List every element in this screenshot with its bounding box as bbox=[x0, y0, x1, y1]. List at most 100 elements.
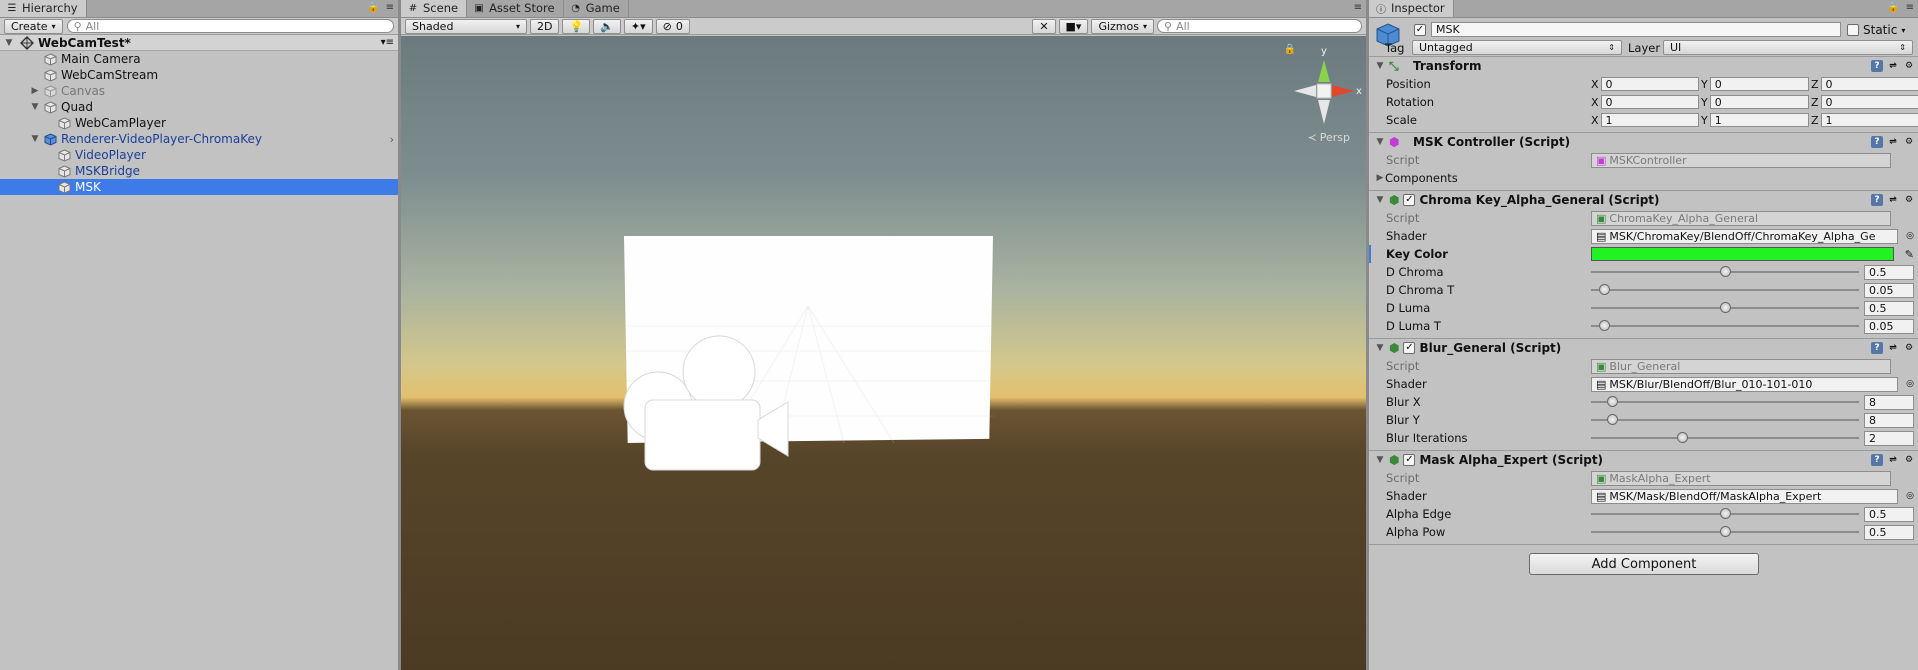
object-picker-icon[interactable]: ◎ bbox=[1906, 231, 1914, 241]
foldout-arrow-icon[interactable]: ▼ bbox=[1375, 455, 1385, 465]
slider-thumb[interactable] bbox=[1607, 396, 1619, 407]
preset-icon[interactable]: ⇌ bbox=[1887, 60, 1899, 72]
shader-field[interactable]: ▤ MSK/Mask/BlendOff/MaskAlpha_Expert bbox=[1591, 488, 1898, 504]
slider-thumb[interactable] bbox=[1607, 414, 1619, 425]
slider-thumb[interactable] bbox=[1720, 266, 1731, 277]
hierarchy-item[interactable]: WebCamStream bbox=[0, 67, 398, 83]
scene-viewport[interactable]: y x 🔒 ≺ Persp bbox=[401, 36, 1366, 670]
preset-icon[interactable]: ⇌ bbox=[1887, 194, 1899, 206]
gear-icon[interactable]: ⚙ bbox=[1903, 194, 1915, 206]
slider-value-field[interactable]: 0.5 bbox=[1864, 300, 1914, 316]
gear-icon[interactable]: ⚙ bbox=[1903, 342, 1915, 354]
script-field[interactable]: ▣ MSKController bbox=[1591, 152, 1891, 168]
help-book-icon[interactable]: ? bbox=[1871, 454, 1883, 466]
eyedropper-icon[interactable]: ✎ bbox=[1905, 248, 1914, 261]
slider-track[interactable] bbox=[1591, 320, 1859, 331]
enabled-checkbox[interactable]: ✓ bbox=[1403, 342, 1416, 354]
slider-track[interactable] bbox=[1591, 266, 1859, 277]
y-field[interactable]: 0 bbox=[1709, 77, 1809, 91]
object-name-field[interactable]: MSK bbox=[1431, 22, 1841, 37]
slider-thumb[interactable] bbox=[1677, 432, 1689, 443]
lock-icon[interactable]: 🔒 bbox=[1887, 2, 1899, 13]
z-field[interactable]: 0 bbox=[1820, 77, 1918, 91]
component-header[interactable]: ▼ ⬢ ✓ Chroma Key_Alpha_General (Script) … bbox=[1369, 191, 1918, 209]
foldout-arrow-icon[interactable]: ▼ bbox=[1375, 343, 1385, 353]
object-picker-icon[interactable]: ◎ bbox=[1906, 491, 1914, 501]
hierarchy-item-prefab[interactable]: VideoPlayer bbox=[0, 147, 398, 163]
enabled-checkbox[interactable]: ✓ bbox=[1403, 454, 1416, 466]
tab-hierarchy[interactable]: ☰ Hierarchy bbox=[0, 0, 87, 17]
gear-icon[interactable]: ⚙ bbox=[1903, 136, 1915, 148]
z-field[interactable]: 1 bbox=[1820, 113, 1918, 127]
slider-thumb[interactable] bbox=[1720, 508, 1731, 519]
key-color-swatch[interactable] bbox=[1591, 247, 1894, 261]
window-menu-icon[interactable]: ≡ bbox=[1906, 2, 1914, 13]
component-header[interactable]: ▼ ⬢ ✓ Blur_General (Script) ? ⇌ ⚙ bbox=[1369, 339, 1918, 357]
slider-value-field[interactable]: 8 bbox=[1864, 412, 1914, 428]
foldout-arrow-icon[interactable]: ▼ bbox=[1375, 61, 1385, 71]
gizmo-lock-icon[interactable]: 🔒 bbox=[1284, 44, 1296, 55]
effects-dropdown[interactable]: ✦▾ bbox=[623, 18, 653, 34]
chevron-right-icon[interactable]: › bbox=[390, 133, 394, 146]
scene-menu-icon[interactable]: ▾≡ bbox=[381, 37, 394, 48]
scene-search-input[interactable]: ⚲ All bbox=[1157, 19, 1362, 33]
foldout-arrow-icon[interactable]: ▶ bbox=[1375, 173, 1385, 183]
window-menu-icon[interactable]: ≡ bbox=[386, 2, 394, 13]
lighting-toggle[interactable]: 💡 bbox=[562, 18, 591, 34]
slider-value-field[interactable]: 0.05 bbox=[1864, 318, 1914, 334]
hierarchy-item[interactable]: WebCamPlayer bbox=[0, 115, 398, 131]
tab-game[interactable]: ◔ Game bbox=[564, 0, 629, 17]
scene-root-row[interactable]: ▼ WebCamTest* ▾≡ bbox=[0, 35, 398, 51]
hidden-objects-toggle[interactable]: ⊘ 0 bbox=[655, 18, 690, 34]
slider-track[interactable] bbox=[1591, 284, 1859, 295]
expand-arrow-icon[interactable]: ▼ bbox=[30, 102, 40, 112]
slider-track[interactable] bbox=[1591, 414, 1859, 425]
orientation-gizmo[interactable]: y x bbox=[1282, 42, 1362, 132]
active-checkbox[interactable]: ✓ bbox=[1414, 24, 1426, 36]
component-header[interactable]: ▼ ⬢ MSK Controller (Script) ? ⇌ ⚙ bbox=[1369, 133, 1918, 151]
help-book-icon[interactable]: ? bbox=[1871, 60, 1883, 72]
tab-asset-store[interactable]: ▣ Asset Store bbox=[467, 0, 564, 17]
hierarchy-search-input[interactable]: ⚲ All bbox=[66, 19, 394, 33]
camera-gizmo-icon[interactable] bbox=[615, 334, 807, 484]
expand-arrow-icon[interactable]: ▼ bbox=[4, 38, 14, 48]
x-field[interactable]: 0 bbox=[1600, 77, 1699, 91]
static-checkbox[interactable] bbox=[1847, 24, 1859, 36]
slider-thumb[interactable] bbox=[1599, 320, 1611, 331]
projection-label[interactable]: ≺ Persp bbox=[1308, 131, 1350, 144]
slider-value-field[interactable]: 8 bbox=[1864, 394, 1914, 410]
slider-track[interactable] bbox=[1591, 432, 1859, 443]
component-header[interactable]: ▼ ⬢ ✓ Mask Alpha_Expert (Script) ? ⇌ ⚙ bbox=[1369, 451, 1918, 469]
slider-value-field[interactable]: 0.5 bbox=[1864, 264, 1914, 280]
preset-icon[interactable]: ⇌ bbox=[1887, 342, 1899, 354]
help-book-icon[interactable]: ? bbox=[1871, 194, 1883, 206]
script-field[interactable]: ▣ Blur_General bbox=[1591, 358, 1891, 374]
hierarchy-item-prefab[interactable]: MSKBridge bbox=[0, 163, 398, 179]
slider-track[interactable] bbox=[1591, 508, 1859, 519]
slider-track[interactable] bbox=[1591, 396, 1859, 407]
enabled-checkbox[interactable]: ✓ bbox=[1403, 194, 1416, 206]
camera-dropdown[interactable]: ■▾ bbox=[1058, 18, 1089, 34]
gear-icon[interactable]: ⚙ bbox=[1903, 454, 1915, 466]
x-field[interactable]: 0 bbox=[1600, 95, 1699, 109]
add-component-button[interactable]: Add Component bbox=[1529, 553, 1759, 575]
help-book-icon[interactable]: ? bbox=[1871, 342, 1883, 354]
hierarchy-item[interactable]: ▶ Canvas bbox=[0, 83, 398, 99]
foldout-arrow-icon[interactable]: ▼ bbox=[1375, 137, 1385, 147]
gear-icon[interactable]: ⚙ bbox=[1903, 60, 1915, 72]
preset-icon[interactable]: ⇌ bbox=[1887, 454, 1899, 466]
slider-value-field[interactable]: 0.05 bbox=[1864, 282, 1914, 298]
shader-field[interactable]: ▤ MSK/ChromaKey/BlendOff/ChromaKey_Alpha… bbox=[1591, 228, 1898, 244]
component-header[interactable]: ▼ ⤡ Transform ? ⇌ ⚙ bbox=[1369, 57, 1918, 75]
window-menu-icon[interactable]: ≡ bbox=[1354, 2, 1362, 13]
tab-scene[interactable]: # Scene bbox=[401, 0, 468, 17]
expand-arrow-icon[interactable]: ▼ bbox=[30, 134, 40, 144]
help-book-icon[interactable]: ? bbox=[1871, 136, 1883, 148]
components-foldout[interactable]: ▶ Components bbox=[1369, 169, 1918, 187]
mode-2d-toggle[interactable]: 2D bbox=[530, 18, 560, 34]
slider-track[interactable] bbox=[1591, 526, 1859, 537]
audio-toggle[interactable]: 🔈 bbox=[593, 18, 621, 34]
hierarchy-item[interactable]: ▼ Quad bbox=[0, 99, 398, 115]
shading-mode-dropdown[interactable]: Shaded ▾ bbox=[405, 18, 527, 34]
slider-value-field[interactable]: 0.5 bbox=[1864, 506, 1914, 522]
